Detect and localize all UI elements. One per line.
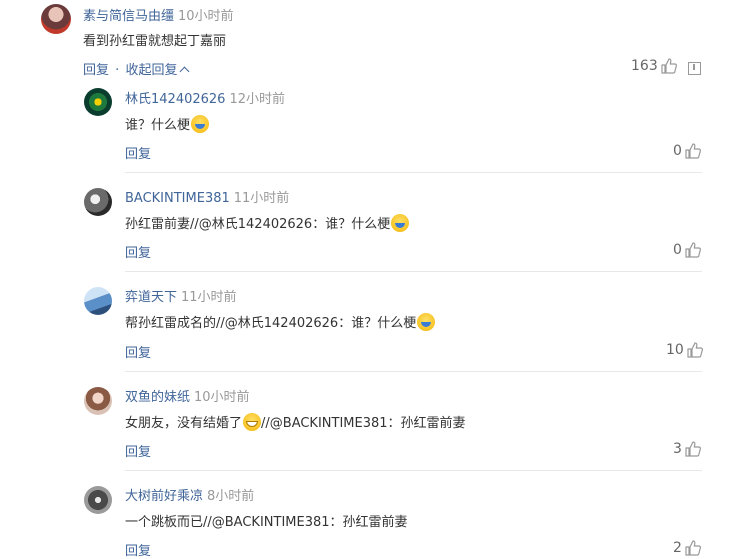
laugh-cry-emoji <box>391 214 410 232</box>
reply-text-content: 一个跳板而已//@BACKINTIME381：孙红雷前妻 <box>125 515 408 530</box>
like-count: 0 <box>673 143 682 159</box>
like-button[interactable]: 163 <box>631 58 677 74</box>
like-count: 163 <box>631 58 658 74</box>
like-button[interactable]: 3 <box>673 441 701 457</box>
thumbs-up-icon <box>685 540 701 556</box>
grin-emoji <box>243 413 262 431</box>
reply-text-quote: //@BACKINTIME381：孙红雷前妻 <box>261 416 466 431</box>
reply-button[interactable]: 回复 <box>83 63 109 78</box>
reply-text: 一个跳板而已//@BACKINTIME381：孙红雷前妻 <box>125 511 408 530</box>
like-count: 0 <box>673 242 682 258</box>
username[interactable]: 弈道天下 <box>125 290 177 305</box>
reply-text-content: 谁？什么梗 <box>125 118 191 133</box>
reply-button[interactable]: 回复 <box>125 540 151 559</box>
reply-header: 大树前好乘凉 8小时前 <box>125 485 254 504</box>
reply-button[interactable]: 回复 <box>125 441 151 460</box>
reply-text: 孙红雷前妻//@林氏142402626：谁？什么梗 <box>125 213 410 232</box>
separator: · <box>115 63 120 78</box>
reply-text: 帮孙红雷成名的//@林氏142402626：谁？什么梗 <box>125 312 436 331</box>
avatar[interactable] <box>84 287 112 315</box>
timestamp: 11小时前 <box>181 290 237 305</box>
reply-header: BACKINTIME381 11小时前 <box>125 187 289 206</box>
reply-text-content: 女朋友，没有结婚了 <box>125 416 243 431</box>
timestamp: 12小时前 <box>229 92 285 107</box>
laugh-cry-emoji <box>191 115 210 133</box>
avatar[interactable] <box>84 88 112 116</box>
username[interactable]: 双鱼的妹纸 <box>125 390 190 405</box>
reply-text: 谁？什么梗 <box>125 114 210 133</box>
divider <box>125 470 702 471</box>
reply-header: 双鱼的妹纸 10小时前 <box>125 386 250 405</box>
username[interactable]: 林氏142402626 <box>125 92 225 107</box>
reply-text: 女朋友，没有结婚了 //@BACKINTIME381：孙红雷前妻 <box>125 412 466 431</box>
thumbs-up-icon <box>685 143 701 159</box>
divider <box>125 271 702 272</box>
reply-text-content: 帮孙红雷成名的//@林氏142402626：谁？什么梗 <box>125 316 417 331</box>
reply-button[interactable]: 回复 <box>125 342 151 361</box>
reply-button[interactable]: 回复 <box>125 242 151 261</box>
timestamp: 8小时前 <box>207 489 255 504</box>
timestamp: 11小时前 <box>233 191 290 206</box>
like-button[interactable]: 10 <box>666 342 703 358</box>
reply-header: 弈道天下 11小时前 <box>125 286 237 305</box>
avatar[interactable] <box>84 387 112 415</box>
reply-text-content: 孙红雷前妻//@林氏142402626：谁？什么梗 <box>125 217 391 232</box>
timestamp: 10小时前 <box>178 9 234 24</box>
laugh-cry-emoji <box>417 313 436 331</box>
like-button[interactable]: 0 <box>673 143 701 159</box>
divider <box>125 371 702 372</box>
comment-text: 看到孙红雷就想起丁嘉丽 <box>83 34 227 49</box>
username[interactable]: 素与简信马由缰 <box>83 9 174 24</box>
avatar[interactable] <box>84 486 112 514</box>
collapse-replies-button[interactable]: 收起回复 <box>125 63 190 78</box>
report-icon[interactable] <box>688 62 701 75</box>
thumbs-up-icon <box>661 58 677 74</box>
chevron-up-icon <box>180 66 190 77</box>
like-count: 10 <box>666 342 684 358</box>
like-count: 2 <box>673 540 682 556</box>
username[interactable]: 大树前好乘凉 <box>125 489 203 504</box>
comment-header: 素与简信马由缰 10小时前 <box>83 5 234 24</box>
comment-actions: 回复 · 收起回复 <box>83 59 190 78</box>
like-count: 3 <box>673 441 682 457</box>
thumbs-up-icon <box>685 242 701 258</box>
avatar[interactable] <box>84 188 112 216</box>
reply-button[interactable]: 回复 <box>125 143 151 162</box>
like-button[interactable]: 0 <box>673 242 701 258</box>
thumbs-up-icon <box>685 441 701 457</box>
username[interactable]: BACKINTIME381 <box>125 191 230 206</box>
divider <box>125 172 702 173</box>
collapse-replies-label: 收起回复 <box>125 63 178 78</box>
avatar[interactable] <box>41 4 71 34</box>
timestamp: 10小时前 <box>194 390 250 405</box>
reply-header: 林氏142402626 12小时前 <box>125 88 285 107</box>
like-button[interactable]: 2 <box>673 540 701 556</box>
thumbs-up-icon <box>687 342 703 358</box>
